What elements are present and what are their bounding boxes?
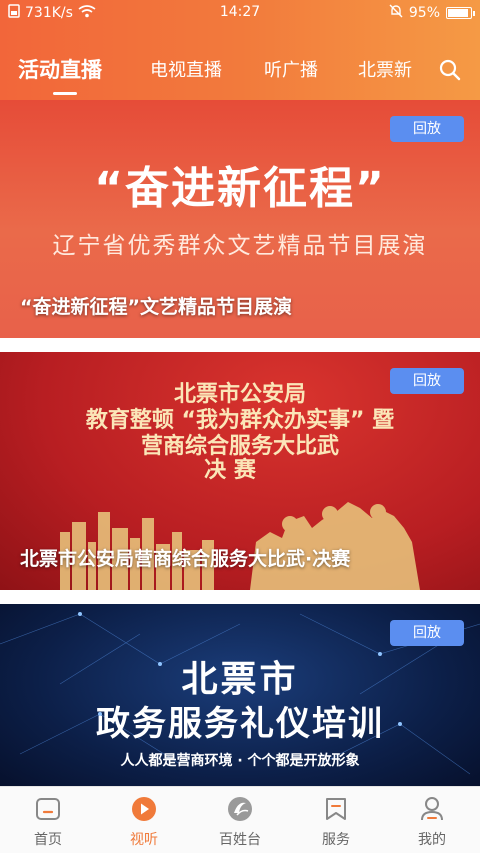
logo-icon <box>226 795 254 823</box>
card-title[interactable]: “奋进新征程”文艺精品节目展演 <box>20 292 292 319</box>
status-bar: 731K/s 14:27 95% <box>0 0 480 26</box>
tab-radio[interactable]: 听广播 <box>264 56 318 82</box>
battery-percent: 95% <box>408 5 440 21</box>
nav-label: 首页 <box>34 832 62 848</box>
nav-label: 视听 <box>130 832 158 848</box>
nav-baixingtai[interactable]: 百姓台 <box>192 787 288 853</box>
battery-icon <box>446 7 475 19</box>
search-icon[interactable] <box>438 58 462 82</box>
battery-fill <box>448 9 468 17</box>
replay-badge[interactable]: 回放 <box>390 620 464 646</box>
active-tab-indicator <box>53 92 77 95</box>
play-icon <box>130 795 158 823</box>
poster-line-3: 人人都是营商环境 · 个个都是开放形象 <box>120 753 360 769</box>
user-icon <box>418 795 446 823</box>
event-card-1[interactable]: “奋进新征程” 辽宁省优秀群众文艺精品节目展演 回放 “奋进新征程”文艺精品节目… <box>0 100 480 338</box>
tab-tv-live[interactable]: 电视直播 <box>150 56 222 82</box>
home-icon <box>34 795 62 823</box>
poster-headline: “奋进新征程” <box>94 163 386 214</box>
category-tabs: 活动直播 电视直播 听广播 北票新 <box>0 48 480 98</box>
status-right: 95% <box>389 4 475 22</box>
poster-line-2: 政务服务礼仪培训 <box>96 704 384 744</box>
tab-beipiao-news[interactable]: 北票新 <box>358 56 412 82</box>
poster-subheadline: 辽宁省优秀群众文艺精品节目展演 <box>52 233 428 259</box>
bookmark-icon <box>322 795 350 823</box>
event-card-3[interactable]: 北票市 政务服务礼仪培训 人人都是营商环境 · 个个都是开放形象 回放 <box>0 604 480 794</box>
bottom-navigation: 首页 视听 百姓台 服务 我的 <box>0 786 480 853</box>
replay-badge[interactable]: 回放 <box>390 116 464 142</box>
mute-bell-icon <box>389 4 403 22</box>
nav-service[interactable]: 服务 <box>288 787 384 853</box>
nav-audio-video[interactable]: 视听 <box>96 787 192 853</box>
nav-mine[interactable]: 我的 <box>384 787 480 853</box>
event-card-2[interactable]: 北票市公安局 教育整顿 “我为群众办实事” 暨 营商综合服务大比武 决 赛 回放… <box>0 352 480 590</box>
poster-line-1: 北票市 <box>181 659 299 700</box>
nav-label: 服务 <box>322 832 350 848</box>
card-title[interactable]: 北票市公安局营商综合服务大比武·决赛 <box>20 544 350 571</box>
nav-home[interactable]: 首页 <box>0 787 96 853</box>
nav-label: 百姓台 <box>219 832 261 848</box>
tab-activity-live[interactable]: 活动直播 <box>18 54 102 84</box>
poster-line-4: 决 赛 <box>204 458 256 483</box>
app-header: 731K/s 14:27 95% 活动直播 电视直播 听广播 北票新 <box>0 0 480 100</box>
nav-label: 我的 <box>418 832 446 848</box>
replay-badge[interactable]: 回放 <box>390 368 464 394</box>
